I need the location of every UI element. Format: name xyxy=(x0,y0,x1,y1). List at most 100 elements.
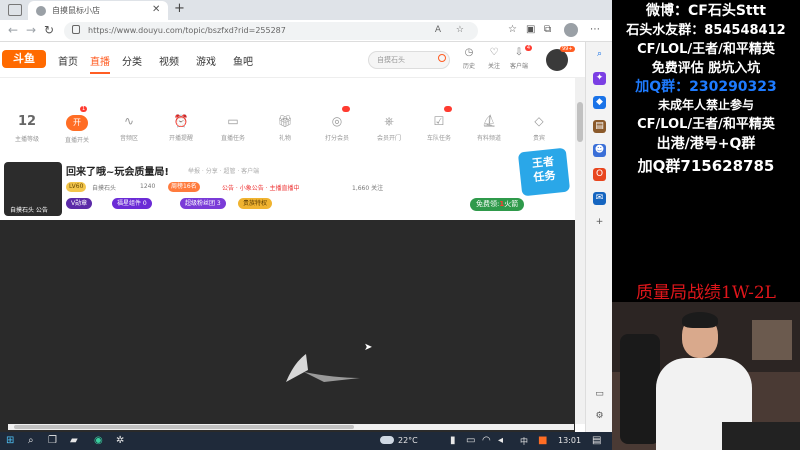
search-icon[interactable] xyxy=(438,54,446,62)
nav-fishbar[interactable]: 鱼吧 xyxy=(233,53,253,68)
tab-close-icon[interactable]: ✕ xyxy=(152,4,160,15)
strip-item-vip[interactable]: ◇ 贵宾 xyxy=(514,110,564,142)
site-header: 斗鱼 首页 直播 分类 视频 游戏 鱼吧 自摸石头 ◷ 历史 ♡ 关注 ⇩ 客户… xyxy=(0,42,585,78)
extensions-icon[interactable]: ⧉ xyxy=(544,24,551,35)
browser-tab[interactable]: 自摸鼠标小店 ✕ xyxy=(28,1,168,20)
strip-label: 直播任务 xyxy=(220,135,245,142)
clock[interactable]: 13:01 xyxy=(558,436,581,445)
horizontal-scrollbar[interactable] xyxy=(8,424,574,430)
nav-home[interactable]: 首页 xyxy=(58,53,78,68)
wifi-icon[interactable]: ◠ xyxy=(482,435,491,446)
back-icon[interactable]: ← xyxy=(8,23,18,37)
favorites-icon[interactable]: ☆ xyxy=(508,24,517,35)
client-button[interactable]: ⇩ 客户端 4 xyxy=(506,45,532,70)
new-tab-icon[interactable]: + xyxy=(174,1,185,16)
task-badge-graphic[interactable]: 王者 任务 xyxy=(517,147,571,197)
gift-prefix: 免费领: xyxy=(476,200,500,208)
outlook-icon[interactable]: ✉ xyxy=(593,192,606,205)
profile-icon[interactable] xyxy=(564,23,578,37)
edge-icon[interactable]: ◉ xyxy=(94,435,103,446)
streamer-name[interactable]: 自摸石头 xyxy=(92,183,116,192)
strip-label: 礼物 xyxy=(278,135,291,142)
strip-item-member[interactable]: ⎈ 会员开门 xyxy=(364,110,414,142)
avatar[interactable] xyxy=(546,49,568,71)
noble-button[interactable]: 贵族特权 xyxy=(238,198,273,209)
collections-icon[interactable]: ▣ xyxy=(526,24,535,35)
overlay-fan-group: 石头水友群：854548412 xyxy=(626,23,786,38)
search-placeholder: 自摸石头 xyxy=(377,56,405,64)
sidebar-toggle-icon[interactable]: ▭ xyxy=(593,388,606,401)
sparkle-icon[interactable]: ✦ xyxy=(593,72,606,85)
strip-item-gift[interactable]: 🎁︎ 礼物 xyxy=(260,110,310,142)
scroll-thumb[interactable] xyxy=(577,102,583,142)
address-bar: ← → ↻ https://www.douyu.com/topic/bszfxd… xyxy=(0,20,612,42)
nav-video[interactable]: 视频 xyxy=(159,53,179,68)
monitor-icon[interactable]: ▭ xyxy=(466,435,475,446)
medal-button[interactable]: V勋章 xyxy=(66,198,93,209)
hscroll-thumb[interactable] xyxy=(14,425,354,429)
taskbar: ⊞ ⌕ ❐ ▰ ◉ ✲ 22°C ▮ ▭ ◠ ◂ 中 ■ 13:01 ▤ xyxy=(0,432,612,450)
windows-start-icon[interactable]: ⊞ xyxy=(6,435,14,446)
overlay-games: CF/LOL/王者/和平精英 xyxy=(637,42,775,57)
stream-title: 回来了哦~玩会质量局! xyxy=(66,167,169,178)
overlay-account: 出港/港号+Q群 xyxy=(656,136,756,152)
overlay-minor-warning: 未成年人禁止参与 xyxy=(657,98,754,112)
fanclub-button[interactable]: 超级粉丝团 3 xyxy=(180,198,226,209)
strip-item-rating[interactable]: ◎ 打分会员 xyxy=(312,106,362,142)
tab-actions-icon[interactable] xyxy=(8,4,22,16)
office-icon[interactable]: O xyxy=(593,168,606,181)
url-actions-icon[interactable]: A ☆ xyxy=(435,25,470,35)
refresh-icon[interactable]: ↻ xyxy=(44,23,54,37)
mic-icon[interactable]: ▮ xyxy=(450,435,456,446)
forward-icon[interactable]: → xyxy=(26,23,36,37)
url-field[interactable]: https://www.douyu.com/topic/bszfxd?rid=2… xyxy=(64,22,478,40)
rating-icon: ◎ xyxy=(331,114,343,128)
douyu-logo[interactable]: 斗鱼 xyxy=(2,50,46,68)
free-gift-button[interactable]: 免费领:1火箭 xyxy=(470,198,525,211)
overlay-record: 质量局战绩1W-2L xyxy=(636,283,776,303)
overlay-games-2: CF/LOL/王者/和平精英 xyxy=(637,117,775,132)
strip-label: 会员开门 xyxy=(376,135,401,142)
follow-button[interactable]: ♡ 关注 xyxy=(481,47,507,70)
history-label: 历史 xyxy=(462,63,475,70)
input-language[interactable]: 中 xyxy=(520,436,528,447)
streamer-avatar[interactable]: 自摸石头 公告 xyxy=(4,162,62,216)
browser-window: 自摸鼠标小店 ✕ + ← → ↻ https://www.douyu.com/t… xyxy=(0,0,612,432)
more-icon[interactable]: ⋯ xyxy=(590,24,600,35)
follow-label: 关注 xyxy=(487,63,500,70)
lucky-button[interactable]: 福星组件 0 xyxy=(112,198,152,209)
file-explorer-icon[interactable]: ▰ xyxy=(70,435,78,446)
clock-icon: ◷ xyxy=(464,47,474,58)
settings-icon[interactable]: ⚙ xyxy=(593,410,606,423)
page-scrollbar[interactable] xyxy=(575,78,585,424)
rank-tag[interactable]: 周榜16名 xyxy=(168,182,200,192)
tag-icon[interactable]: ◆ xyxy=(593,96,606,109)
member-icon: ⎈ xyxy=(384,114,394,128)
task-view-icon[interactable]: ❐ xyxy=(48,435,57,446)
nav-game[interactable]: 游戏 xyxy=(196,53,216,68)
tray-app-icon[interactable]: ■ xyxy=(538,435,547,446)
alarm-icon: ⏰ xyxy=(173,114,189,128)
search-icon[interactable]: ⌕ xyxy=(28,435,34,446)
strip-item-level[interactable]: 12 主播等级 xyxy=(2,110,52,143)
strip-item-team[interactable]: ☑ 车队任务 xyxy=(414,106,464,142)
notifications-icon[interactable]: ▤ xyxy=(592,435,601,446)
search-icon[interactable]: ⌕ xyxy=(593,48,606,61)
streamer-info: 自摸石头 公告 回来了哦~玩会质量局! 举报 · 分享 · 超管 · 客户端 L… xyxy=(0,147,575,218)
stream-meta[interactable]: 举报 · 分享 · 超管 · 客户端 xyxy=(188,166,259,175)
add-icon[interactable]: + xyxy=(593,216,606,229)
tools-icon[interactable]: ▤ xyxy=(593,120,606,133)
people-icon[interactable]: ☻ xyxy=(593,144,606,157)
strip-item-channel[interactable]: ⛵︎ 有料频道 xyxy=(464,110,514,142)
nav-live[interactable]: 直播 xyxy=(90,53,110,74)
app-icon[interactable]: ✲ xyxy=(116,435,124,446)
url-text: https://www.douyu.com/topic/bszfxd?rid=2… xyxy=(88,26,286,35)
volume-icon[interactable]: ◂ xyxy=(498,435,503,446)
history-button[interactable]: ◷ 历史 xyxy=(456,47,482,70)
strip-item-audio[interactable]: ∿ 音频区 xyxy=(104,110,154,142)
strip-item-live-switch[interactable]: 开 直播开关 1 xyxy=(52,106,102,144)
video-player[interactable]: ➤ xyxy=(0,220,575,432)
strip-item-reminder[interactable]: ⏰ 开播提醒 xyxy=(156,110,206,142)
strip-item-task[interactable]: ▭ 直播任务 xyxy=(208,110,258,142)
nav-category[interactable]: 分类 xyxy=(122,53,142,68)
